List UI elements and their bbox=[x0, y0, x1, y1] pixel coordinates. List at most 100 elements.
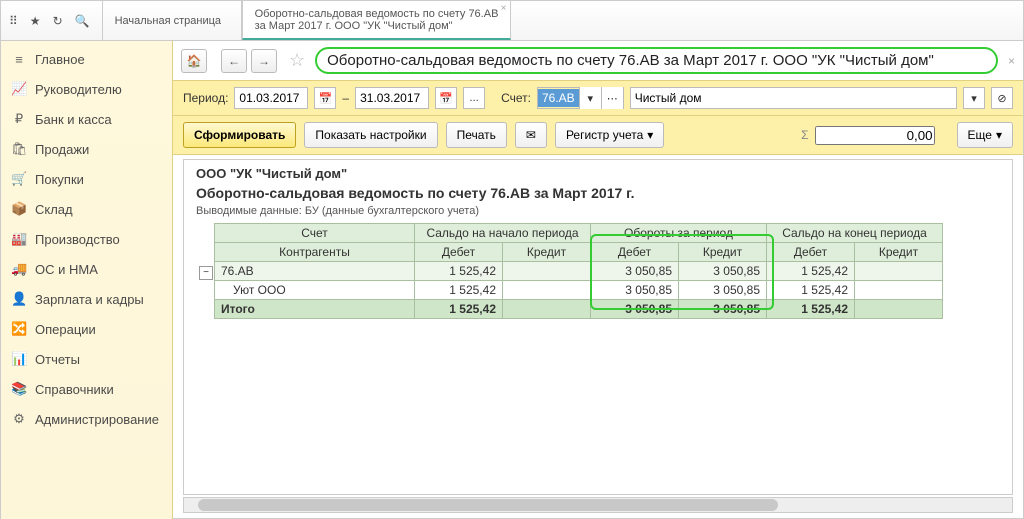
report-title: Оборотно-сальдовая ведомость по счету 76… bbox=[188, 183, 1012, 203]
books-icon: 📚 bbox=[11, 381, 27, 397]
date-to-input[interactable] bbox=[355, 87, 429, 109]
report-icon: 📊 bbox=[11, 351, 27, 367]
report-area: ООО "УК "Чистый дом" Оборотно-сальдовая … bbox=[183, 159, 1013, 495]
account-label: Счет: bbox=[501, 91, 531, 105]
col-end: Сальдо на конец периода bbox=[767, 224, 943, 243]
box-icon: 📦 bbox=[11, 201, 27, 217]
sidebar-item-manager[interactable]: 📈Руководителю bbox=[1, 74, 172, 104]
account-input[interactable]: 76.АВ bbox=[538, 89, 579, 107]
cell bbox=[503, 300, 591, 319]
star-icon[interactable]: ★ bbox=[30, 14, 41, 28]
org-clear-button[interactable]: ⊘ bbox=[991, 87, 1013, 109]
sidebar-item-sales[interactable]: 🛍Продажи bbox=[1, 134, 172, 164]
col-sub: Контрагенты bbox=[215, 243, 415, 262]
sidebar-item-label: Отчеты bbox=[35, 352, 80, 367]
account-select-button[interactable]: ⋯ bbox=[601, 87, 623, 109]
person-icon: 👤 bbox=[11, 291, 27, 307]
cell bbox=[503, 281, 591, 300]
period-picker-button[interactable]: ... bbox=[463, 87, 485, 109]
factory-icon: 🏭 bbox=[11, 231, 27, 247]
cell: 3 050,85 bbox=[679, 281, 767, 300]
cell bbox=[503, 262, 591, 281]
sidebar-item-purchases[interactable]: 🛒 Покупки bbox=[1, 164, 172, 194]
sidebar-item-main[interactable]: ≡ Главное bbox=[1, 45, 172, 74]
horizontal-scrollbar[interactable] bbox=[183, 497, 1013, 513]
favorite-icon[interactable]: ☆ bbox=[289, 50, 305, 71]
table-row[interactable]: −76.АВ 1 525,42 3 050,85 3 050,85 1 525,… bbox=[215, 262, 943, 281]
history-icon[interactable]: ↻ bbox=[53, 14, 63, 28]
tab-label-line1: Оборотно-сальдовая ведомость по счету 76… bbox=[255, 8, 499, 20]
tab-report[interactable]: Оборотно-сальдовая ведомость по счету 76… bbox=[242, 1, 512, 40]
col-start: Сальдо на начало периода bbox=[415, 224, 591, 243]
register-button[interactable]: Регистр учета ▾ bbox=[555, 122, 664, 148]
sidebar-item-label: Операции bbox=[35, 322, 96, 337]
cell: 3 050,85 bbox=[591, 300, 679, 319]
gear-icon: ⚙ bbox=[11, 411, 27, 427]
sidebar-item-assets[interactable]: 🚚ОС и НМА bbox=[1, 254, 172, 284]
apps-icon[interactable]: ⠿ bbox=[9, 14, 18, 28]
show-settings-button[interactable]: Показать настройки bbox=[304, 122, 437, 148]
more-button[interactable]: Еще ▾ bbox=[957, 122, 1013, 148]
tab-label-line2: за Март 2017 г. ООО "УК "Чистый дом" bbox=[255, 20, 499, 32]
sidebar-item-label: Покупки bbox=[35, 172, 84, 187]
calendar-to-button[interactable]: 📅 bbox=[435, 87, 457, 109]
col-turn: Обороты за период bbox=[591, 224, 767, 243]
col-debit: Дебет bbox=[767, 243, 855, 262]
calendar-from-button[interactable]: 📅 bbox=[314, 87, 336, 109]
cell: 1 525,42 bbox=[415, 300, 503, 319]
sigma-icon: Σ bbox=[801, 128, 808, 142]
sidebar-item-label: Продажи bbox=[35, 142, 89, 157]
print-button[interactable]: Печать bbox=[446, 122, 507, 148]
cell: 1 525,42 bbox=[415, 281, 503, 300]
cell: 3 050,85 bbox=[591, 262, 679, 281]
forward-button[interactable]: → bbox=[251, 49, 277, 73]
sidebar-item-admin[interactable]: ⚙Администрирование bbox=[1, 404, 172, 434]
report-org: ООО "УК "Чистый дом" bbox=[188, 164, 1012, 183]
sidebar-item-label: Главное bbox=[35, 52, 85, 67]
email-button[interactable]: ✉ bbox=[515, 122, 547, 148]
cell: 1 525,42 bbox=[415, 262, 503, 281]
sidebar-item-operations[interactable]: 🔀Операции bbox=[1, 314, 172, 344]
cell-account: 76.АВ bbox=[221, 264, 254, 278]
sidebar-item-bank[interactable]: ₽Банк и касса bbox=[1, 104, 172, 134]
sidebar-item-production[interactable]: 🏭 Производство bbox=[1, 224, 172, 254]
collapse-icon[interactable]: − bbox=[199, 266, 213, 280]
organization-input[interactable] bbox=[630, 87, 957, 109]
period-label: Период: bbox=[183, 91, 228, 105]
table-row-total: Итого 1 525,42 3 050,85 3 050,85 1 525,4… bbox=[215, 300, 943, 319]
col-debit: Дебет bbox=[415, 243, 503, 262]
sidebar-item-label: Зарплата и кадры bbox=[35, 292, 144, 307]
home-button[interactable]: 🏠 bbox=[181, 49, 207, 73]
cart-icon: 🛒 bbox=[11, 171, 27, 187]
account-dropdown-button[interactable]: ▾ bbox=[579, 87, 601, 109]
back-button[interactable]: ← bbox=[221, 49, 247, 73]
menu-icon: ≡ bbox=[11, 52, 27, 67]
cell: 3 050,85 bbox=[591, 281, 679, 300]
org-dropdown-button[interactable]: ▾ bbox=[963, 87, 985, 109]
sidebar-item-label: Руководителю bbox=[35, 82, 122, 97]
cell: 3 050,85 bbox=[679, 262, 767, 281]
sidebar-item-label: Справочники bbox=[35, 382, 114, 397]
cell: 3 050,85 bbox=[679, 300, 767, 319]
sidebar-item-label: Склад bbox=[35, 202, 73, 217]
cell: 1 525,42 bbox=[767, 300, 855, 319]
col-credit: Кредит bbox=[855, 243, 943, 262]
close-icon[interactable]: × bbox=[1008, 54, 1015, 68]
ruble-icon: ₽ bbox=[11, 111, 27, 127]
search-icon[interactable]: 🔍 bbox=[75, 14, 90, 28]
date-from-input[interactable] bbox=[234, 87, 308, 109]
generate-button[interactable]: Сформировать bbox=[183, 122, 296, 148]
sidebar-item-catalogs[interactable]: 📚 Справочники bbox=[1, 374, 172, 404]
close-icon[interactable]: × bbox=[501, 3, 507, 14]
cell-account: Уют ООО bbox=[215, 281, 415, 300]
scrollbar-thumb[interactable] bbox=[198, 499, 778, 511]
sum-input[interactable] bbox=[815, 126, 935, 145]
sidebar-item-label: Производство bbox=[35, 232, 120, 247]
table-row[interactable]: Уют ООО 1 525,42 3 050,85 3 050,85 1 525… bbox=[215, 281, 943, 300]
sidebar-item-payroll[interactable]: 👤 Зарплата и кадры bbox=[1, 284, 172, 314]
col-account: Счет bbox=[215, 224, 415, 243]
sidebar-item-reports[interactable]: 📊 Отчеты bbox=[1, 344, 172, 374]
sidebar-item-warehouse[interactable]: 📦 Склад bbox=[1, 194, 172, 224]
sidebar-item-label: ОС и НМА bbox=[35, 262, 98, 277]
tab-home[interactable]: Начальная страница bbox=[102, 1, 242, 40]
